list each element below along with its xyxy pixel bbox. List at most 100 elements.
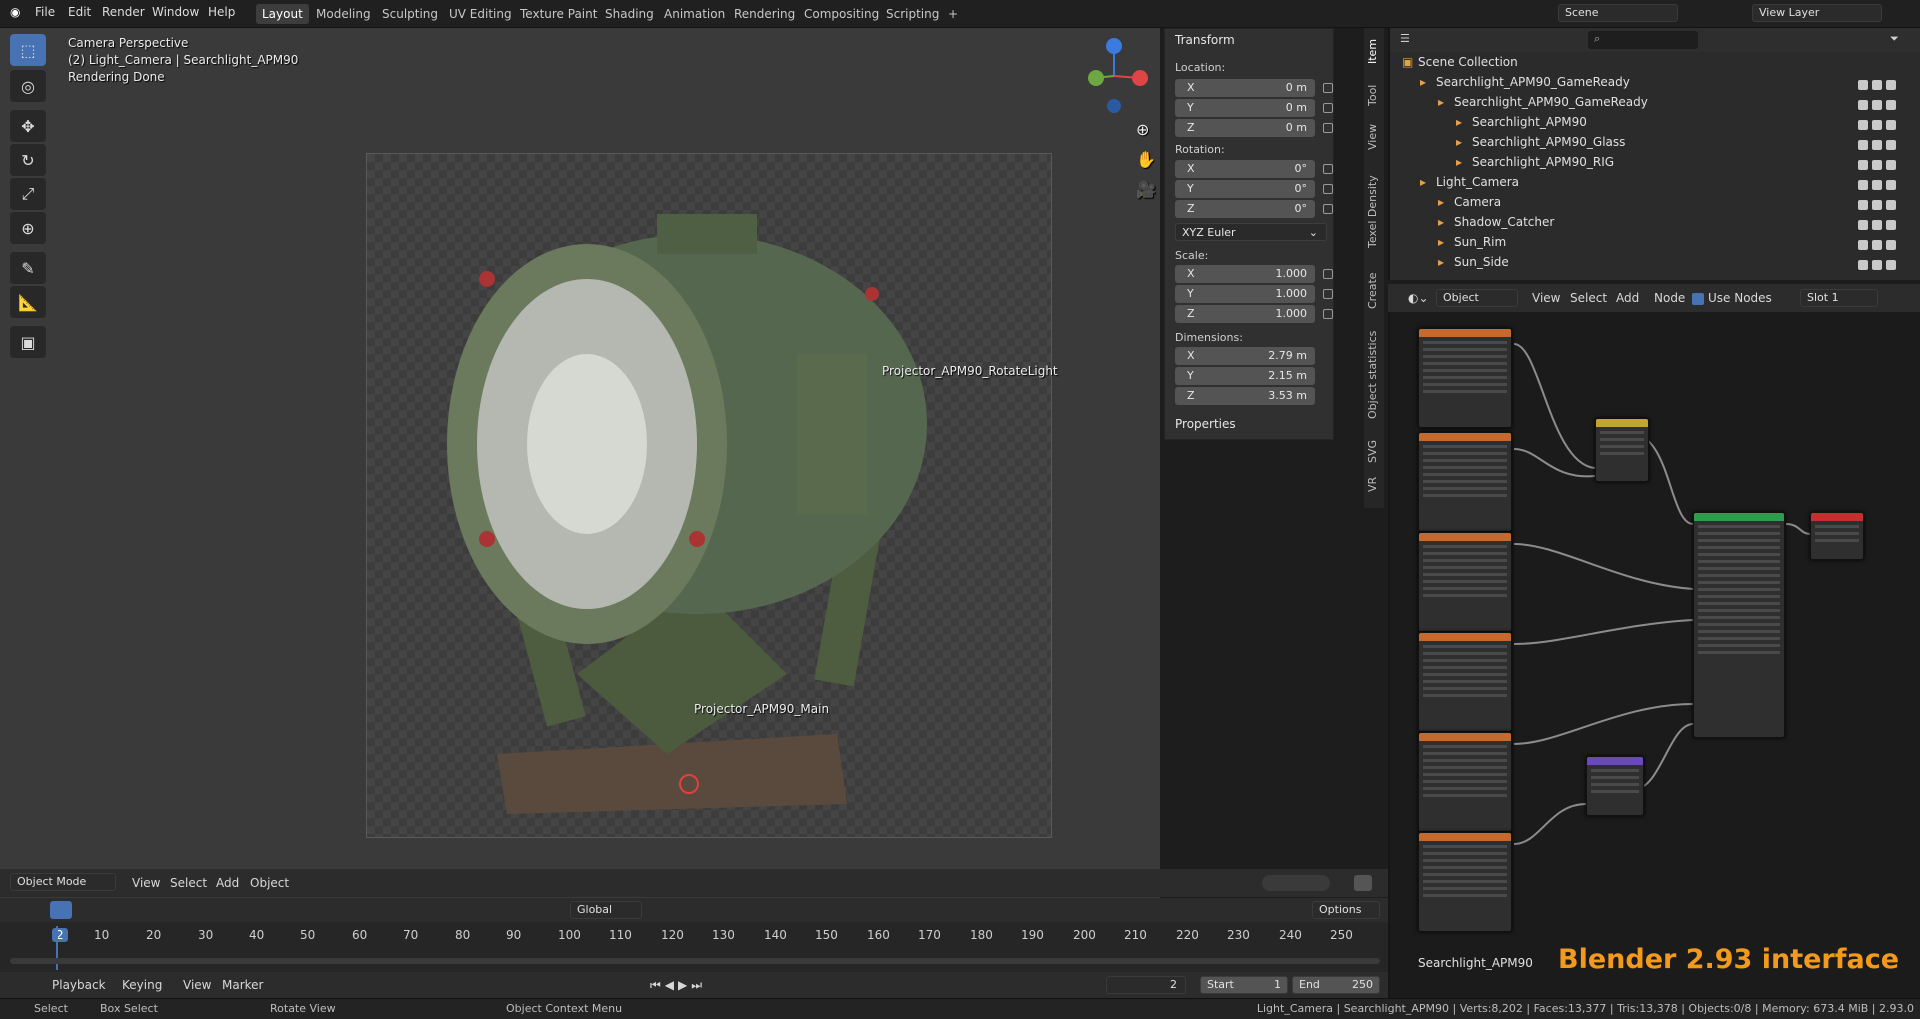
node-socket-row[interactable]: [1423, 480, 1507, 483]
mix-rgb-node[interactable]: [1595, 418, 1649, 482]
add-workspace-icon[interactable]: +: [942, 4, 964, 24]
tab-texture-paint[interactable]: Texture Paint: [514, 4, 603, 24]
editor-type-icon[interactable]: ◐⌄: [1408, 289, 1429, 307]
node-socket-row[interactable]: [1423, 594, 1507, 597]
menu-view[interactable]: View: [132, 874, 160, 892]
outliner-row[interactable]: ▸ Searchlight_APM90_GameReady: [1390, 72, 1920, 92]
rotation-z-field[interactable]: Z 0°: [1175, 200, 1315, 218]
node-socket-row[interactable]: [1423, 573, 1507, 576]
eye-icon[interactable]: [1872, 200, 1882, 210]
eye-icon[interactable]: [1872, 180, 1882, 190]
lock-icon[interactable]: [1323, 164, 1333, 174]
image-texture-node[interactable]: [1418, 632, 1512, 732]
lock-icon[interactable]: [1323, 204, 1333, 214]
eye-icon[interactable]: [1872, 120, 1882, 130]
node-socket-row[interactable]: [1423, 745, 1507, 748]
node-socket-row[interactable]: [1423, 645, 1507, 648]
node-socket-row[interactable]: [1423, 666, 1507, 669]
node-socket-row[interactable]: [1423, 873, 1507, 876]
tab-compositing[interactable]: Compositing: [798, 4, 885, 24]
node-socket-row[interactable]: [1423, 362, 1507, 365]
material-output-node[interactable]: [1810, 512, 1864, 560]
object-label-main[interactable]: Projector_APM90_Main: [694, 702, 829, 716]
visibility-toggles[interactable]: [1854, 256, 1914, 270]
node-socket-row[interactable]: [1698, 581, 1780, 584]
cursor-tool-icon[interactable]: ◎: [10, 70, 46, 102]
node-socket-row[interactable]: [1423, 780, 1507, 783]
select-toggle-icon[interactable]: [1858, 220, 1868, 230]
image-texture-node[interactable]: [1418, 832, 1512, 932]
select-toggle-icon[interactable]: [1858, 120, 1868, 130]
tab-create[interactable]: Create: [1366, 268, 1382, 314]
lock-icon[interactable]: [1323, 309, 1333, 319]
node-socket-row[interactable]: [1423, 566, 1507, 569]
node-socket-row[interactable]: [1423, 787, 1507, 790]
image-texture-node[interactable]: [1418, 328, 1512, 428]
camera-render-icon[interactable]: [1886, 140, 1896, 150]
visibility-toggles[interactable]: [1854, 156, 1914, 170]
scale-z-field[interactable]: Z 1.000: [1175, 305, 1315, 323]
navigation-gizmo-icon[interactable]: [1076, 34, 1150, 114]
node-socket-row[interactable]: [1591, 776, 1639, 779]
outliner-row[interactable]: ▸ Sun_Rim: [1390, 232, 1920, 252]
node-socket-row[interactable]: [1600, 438, 1644, 441]
eye-icon[interactable]: [1872, 240, 1882, 250]
node-header[interactable]: [1419, 733, 1511, 741]
node-socket-row[interactable]: [1423, 445, 1507, 448]
outliner-row[interactable]: ▸ Searchlight_APM90_Glass: [1390, 132, 1920, 152]
expand-arrow-icon[interactable]: ▸: [1420, 172, 1426, 192]
node-header[interactable]: [1694, 513, 1784, 521]
node-socket-row[interactable]: [1423, 845, 1507, 848]
transform-tool-icon[interactable]: ⊕: [10, 212, 46, 244]
menu-add[interactable]: Add: [1616, 289, 1639, 307]
current-frame-field[interactable]: 2: [1106, 976, 1186, 994]
camera-view-icon[interactable]: 🎥: [1136, 180, 1156, 199]
node-socket-row[interactable]: [1423, 773, 1507, 776]
node-socket-row[interactable]: [1423, 766, 1507, 769]
node-socket-row[interactable]: [1591, 783, 1639, 786]
menu-add[interactable]: Add: [216, 874, 239, 892]
node-socket-row[interactable]: [1815, 539, 1859, 542]
select-toggle-icon[interactable]: [1858, 140, 1868, 150]
select-toggle-icon[interactable]: [1858, 180, 1868, 190]
expand-arrow-icon[interactable]: ▸: [1456, 132, 1462, 152]
tab-uv-editing[interactable]: UV Editing: [443, 4, 518, 24]
current-frame-marker[interactable]: 2: [52, 928, 68, 942]
object-type-select[interactable]: Object: [1436, 289, 1518, 307]
menu-node[interactable]: Node: [1654, 289, 1685, 307]
select-tool-icon[interactable]: [50, 901, 72, 919]
node-socket-row[interactable]: [1698, 560, 1780, 563]
node-socket-row[interactable]: [1423, 894, 1507, 897]
tab-item[interactable]: Item: [1366, 34, 1382, 68]
menu-edit[interactable]: Edit: [68, 5, 91, 19]
node-socket-row[interactable]: [1698, 567, 1780, 570]
tab-tool[interactable]: Tool: [1366, 78, 1382, 112]
outliner-row[interactable]: ▸ Sun_Side: [1390, 252, 1920, 272]
tab-sculpting[interactable]: Sculpting: [376, 4, 444, 24]
menu-select[interactable]: Select: [170, 874, 207, 892]
camera-render-icon[interactable]: [1886, 200, 1896, 210]
node-socket-row[interactable]: [1698, 546, 1780, 549]
select-toggle-icon[interactable]: [1858, 240, 1868, 250]
node-socket-row[interactable]: [1698, 623, 1780, 626]
outliner-row[interactable]: ▸ Searchlight_APM90_GameReady: [1390, 92, 1920, 112]
node-socket-row[interactable]: [1600, 431, 1644, 434]
node-socket-row[interactable]: [1423, 341, 1507, 344]
lock-icon[interactable]: [1323, 184, 1333, 194]
eye-icon[interactable]: [1872, 140, 1882, 150]
node-socket-row[interactable]: [1423, 794, 1507, 797]
menu-object[interactable]: Object: [250, 874, 289, 892]
select-toggle-icon[interactable]: [1858, 80, 1868, 90]
select-box-tool-icon[interactable]: ⬚: [10, 34, 46, 66]
node-socket-row[interactable]: [1423, 459, 1507, 462]
menu-help[interactable]: Help: [208, 5, 235, 19]
node-header[interactable]: [1811, 513, 1863, 521]
node-socket-row[interactable]: [1698, 630, 1780, 633]
node-header[interactable]: [1419, 833, 1511, 841]
location-y-field[interactable]: Y0 m: [1175, 99, 1315, 117]
node-socket-row[interactable]: [1423, 852, 1507, 855]
node-socket-row[interactable]: [1423, 687, 1507, 690]
use-nodes-checkbox[interactable]: [1692, 293, 1704, 305]
visibility-toggles[interactable]: [1854, 76, 1914, 90]
zoom-icon[interactable]: ⊕: [1136, 120, 1149, 139]
